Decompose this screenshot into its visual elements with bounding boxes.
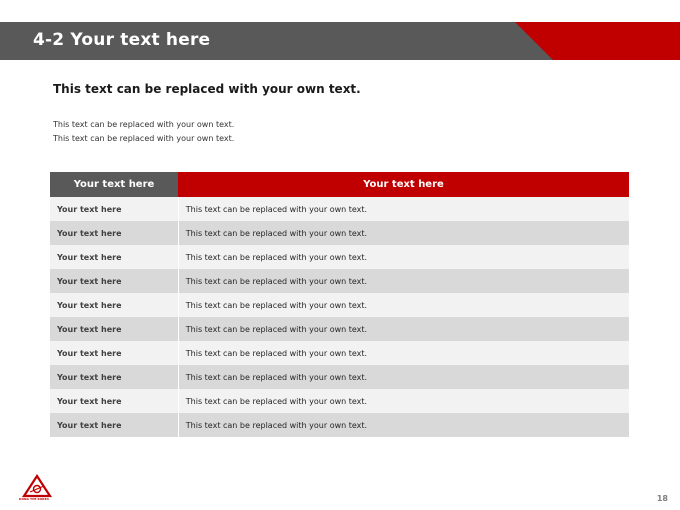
table-row-label: Your text here	[50, 365, 178, 389]
section-subtitle: This text can be replaced with your own …	[53, 82, 361, 96]
table-row-value: This text can be replaced with your own …	[178, 317, 629, 341]
page-title: 4-2 Your text here	[33, 30, 211, 50]
table-row: Your text here This text can be replaced…	[50, 413, 629, 437]
table-row-label: Your text here	[50, 245, 178, 269]
page-number: 18	[656, 494, 668, 503]
table-row: Your text here This text can be replaced…	[50, 389, 629, 413]
table-row-value: This text can be replaced with your own …	[178, 365, 629, 389]
header-bar: 4-2 Your text here	[0, 22, 680, 60]
table-row-value: This text can be replaced with your own …	[178, 269, 629, 293]
table-row: Your text here This text can be replaced…	[50, 341, 629, 365]
table-row-label: Your text here	[50, 269, 178, 293]
body-text-line: This text can be replaced with your own …	[53, 120, 235, 129]
logo-wordmark: DONG YPE KOREA	[19, 497, 49, 501]
table-row: Your text here This text can be replaced…	[50, 197, 629, 221]
table-row-value: This text can be replaced with your own …	[178, 245, 629, 269]
table-row-label: Your text here	[50, 389, 178, 413]
table-header-cell: Your text here	[178, 172, 629, 197]
table-row-value: This text can be replaced with your own …	[178, 413, 629, 437]
table-row-label: Your text here	[50, 341, 178, 365]
table-row: Your text here This text can be replaced…	[50, 221, 629, 245]
table-row: Your text here This text can be replaced…	[50, 317, 629, 341]
table-row-label: Your text here	[50, 317, 178, 341]
table-header-cell: Your text here	[50, 172, 178, 197]
table-row: Your text here This text can be replaced…	[50, 293, 629, 317]
table-row-label: Your text here	[50, 413, 178, 437]
header-accent-shape	[515, 22, 680, 60]
body-text-line: This text can be replaced with your own …	[53, 134, 235, 143]
table-row: Your text here This text can be replaced…	[50, 365, 629, 389]
table-row-label: Your text here	[50, 221, 178, 245]
table-row-label: Your text here	[50, 197, 178, 221]
table-row-value: This text can be replaced with your own …	[178, 197, 629, 221]
table-body: Your text here This text can be replaced…	[50, 197, 629, 437]
table-row: Your text here This text can be replaced…	[50, 245, 629, 269]
table-row-value: This text can be replaced with your own …	[178, 293, 629, 317]
table-row-value: This text can be replaced with your own …	[178, 389, 629, 413]
table-header-row: Your text here Your text here	[50, 172, 629, 197]
table-row-value: This text can be replaced with your own …	[178, 221, 629, 245]
table-row-value: This text can be replaced with your own …	[178, 341, 629, 365]
table-row-label: Your text here	[50, 293, 178, 317]
data-table: Your text here Your text here Your text …	[50, 172, 629, 437]
table-row: Your text here This text can be replaced…	[50, 269, 629, 293]
